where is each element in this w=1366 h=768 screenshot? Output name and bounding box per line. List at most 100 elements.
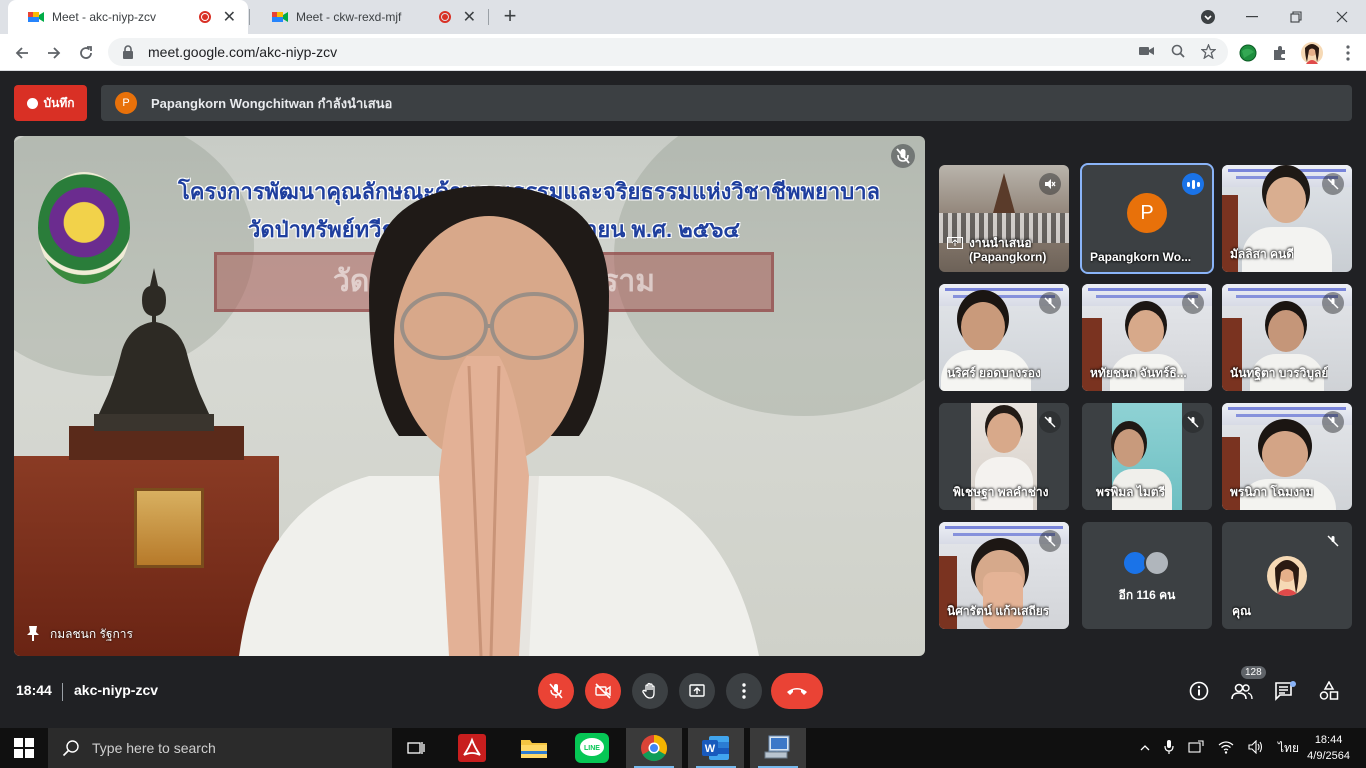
more-participants-avatars [1122,550,1172,576]
muted-mic-icon [1322,173,1344,195]
muted-mic-icon [1039,292,1061,314]
minimize-button[interactable] [1230,0,1274,34]
participant-tile-6[interactable]: นันทฐิตา บวรวิบูลย์ [1222,284,1352,391]
taskbar-file-explorer[interactable] [506,728,562,768]
muted-mic-icon [1182,411,1204,433]
meeting-details-button[interactable] [1185,677,1213,705]
chat-icon [1275,681,1296,701]
profile-avatar[interactable] [1298,39,1326,67]
participant-tile-5[interactable]: หทัยชนก จันทร์ธิ... [1082,284,1212,391]
task-view-button[interactable] [392,728,440,768]
clock-date: 4/9/2564 [1307,750,1350,762]
muted-mic-icon [1322,292,1344,314]
participant-tile-papangkorn[interactable]: P Papangkorn Wo... [1080,163,1214,274]
people-button[interactable] [1228,677,1256,705]
close-window-button[interactable] [1320,0,1364,34]
tab-meet-akc[interactable]: Meet - akc-niyp-zcv ✕ [8,0,248,34]
activities-button[interactable] [1315,677,1343,705]
bookmark-star-icon[interactable] [1200,43,1217,62]
volume-icon[interactable] [1248,739,1264,757]
presenter-avatar: P [115,92,137,114]
people-icon [1231,683,1253,700]
presenting-text: Papangkorn Wongchitwan กำลังนำเสนอ [151,95,393,111]
tab-title: Meet - ckw-rexd-mjf [296,10,402,24]
more-options-button[interactable] [726,673,762,709]
system-clock[interactable]: 18:44 4/9/2564 [1307,732,1350,764]
extension-globe-icon[interactable] [1234,39,1262,67]
extensions-puzzle-icon[interactable] [1266,39,1294,67]
start-button[interactable] [0,728,48,768]
taskbar-network-app[interactable] [750,728,806,768]
participant-tile-3[interactable]: มัลลิสา คนดี [1222,165,1352,272]
address-bar[interactable]: meet.google.com/akc-niyp-zcv [108,38,1228,66]
participant-tile-10[interactable]: นิศารัตน์ แก้วเสถียร [939,522,1069,629]
new-tab-button[interactable]: + [497,4,523,30]
participant-tile-9[interactable]: พรนิภา โฉมงาม [1222,403,1352,510]
participant-avatar: P [1127,193,1167,233]
reload-button[interactable] [72,39,100,67]
microphone-icon[interactable] [1164,739,1174,758]
input-language[interactable]: ไทย [1278,739,1299,758]
back-button[interactable] [8,39,36,67]
participant-name: พิเชษฐา พลคำช่าง [953,485,1049,499]
more-participants-tile[interactable]: อีก 116 คน [1082,522,1212,629]
participant-name: Papangkorn Wo... [1090,250,1192,264]
toggle-camera-button[interactable] [585,673,621,709]
participant-name: คุณ [1232,604,1252,618]
computer-icon [764,735,790,759]
taskbar-line[interactable]: LINE [564,728,620,768]
taskbar-acrobat[interactable] [444,728,500,768]
pin-icon[interactable] [26,625,40,644]
participant-tile-7[interactable]: พิเชษฐา พลคำช่าง [939,403,1069,510]
task-view-icon [407,742,425,754]
monk-portrait-image [134,488,204,568]
close-tab-icon[interactable]: ✕ [463,7,476,27]
restore-button[interactable] [1274,0,1318,34]
windows-logo-icon [14,738,34,758]
leave-call-button[interactable] [771,673,823,709]
present-screen-icon [947,237,963,256]
recording-label: บันทึก [43,95,75,110]
camera-off-icon [595,683,611,699]
url-text: meet.google.com/akc-niyp-zcv [148,44,338,60]
browser-toolbar: meet.google.com/akc-niyp-zcv [0,34,1366,71]
muted-mic-icon [891,144,915,168]
muted-mic-icon [1039,411,1061,433]
toggle-mic-button[interactable] [538,673,574,709]
taskbar-chrome[interactable] [626,728,682,768]
participant-tile-4[interactable]: นริศร์ ยอดบางรอง [939,284,1069,391]
participant-tile-8[interactable]: พรพิมล ไมตรี [1082,403,1212,510]
taskbar-word[interactable]: W [688,728,744,768]
participant-tile-presentation[interactable]: งานนำเสนอ (Papangkorn) [939,165,1069,272]
tab-title: Meet - akc-niyp-zcv [52,10,157,24]
meeting-code[interactable]: akc-niyp-zcv [74,682,158,698]
raise-hand-button[interactable] [632,673,668,709]
more-vert-icon [742,683,746,699]
browser-menu-icon[interactable] [1334,39,1362,67]
self-avatar [1267,556,1307,596]
wifi-icon[interactable] [1218,740,1234,757]
tab-meet-ckw[interactable]: Meet - ckw-rexd-mjf ✕ [252,0,488,34]
present-now-button[interactable] [679,673,715,709]
taskbar-search[interactable]: Type here to search [48,728,392,768]
self-tile[interactable]: คุณ [1222,522,1352,629]
forward-button[interactable] [40,39,68,67]
participant-name: นิศารัตน์ แก้วเสถียร [947,604,1050,618]
windows-taskbar: Type here to search LINE W ไทย 18:44 4/9… [0,728,1366,768]
tab-search-button[interactable] [1186,0,1230,34]
more-participants-count: อีก 116 คน [1118,588,1176,602]
main-video-tile[interactable]: วัดป่าทรัพย์ทวีธรรมาราม โครงการพัฒนาคุณล… [14,136,925,656]
show-hidden-icons-icon[interactable] [1140,741,1150,755]
chat-button[interactable] [1271,677,1299,705]
close-tab-icon[interactable]: ✕ [223,7,236,27]
camera-in-use-icon[interactable] [1139,44,1155,62]
recording-badge[interactable]: บันทึก [14,85,87,121]
google-meet-icon [272,10,288,24]
meet-window: บันทึก P Papangkorn Wongchitwan กำลังนำเ… [0,71,1366,728]
clock-time: 18:44 [1314,734,1343,746]
speaking-indicator-icon [1182,173,1204,195]
muted-mic-icon [1182,292,1204,314]
pen-workspace-icon[interactable] [1188,739,1204,757]
info-icon [1189,681,1209,701]
zoom-icon[interactable] [1171,44,1185,62]
